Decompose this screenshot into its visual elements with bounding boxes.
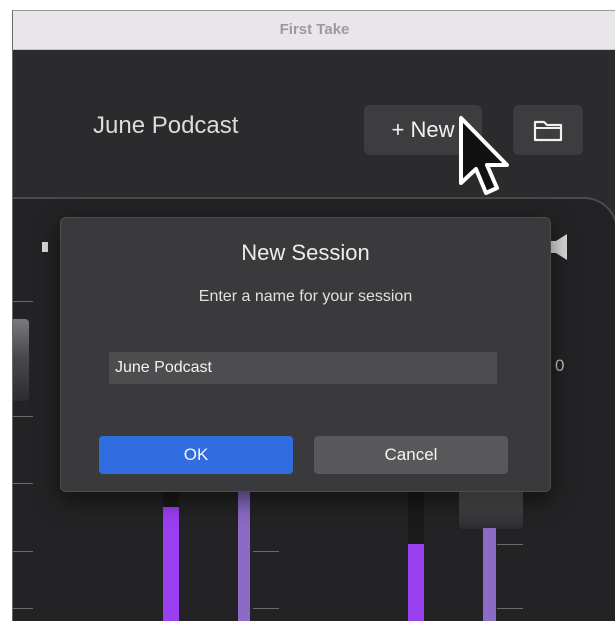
scale-tick: [253, 551, 279, 552]
level-meter-fill: [408, 544, 424, 621]
dialog-title: New Session: [241, 240, 370, 265]
folder-icon: [533, 120, 563, 142]
scale-tick: [497, 608, 523, 609]
level-meter-fill: [163, 507, 179, 621]
window-title: First Take: [13, 11, 615, 50]
scale-tick: [497, 544, 523, 545]
scale-tick: [13, 551, 33, 552]
mouse-cursor-icon: [459, 116, 509, 195]
ok-button-label: OK: [183, 445, 209, 464]
cancel-button[interactable]: Cancel: [314, 436, 508, 474]
session-name-label: June Podcast: [93, 112, 239, 139]
fader-knob-left[interactable]: [13, 319, 29, 401]
new-session-dialog: New Session Enter a name for your sessio…: [60, 217, 551, 492]
cancel-button-label: Cancel: [384, 445, 438, 464]
session-name-field[interactable]: [109, 352, 497, 384]
app-window: First Take June Podcast + New 0 New Sess…: [12, 10, 615, 621]
scale-tick: [13, 416, 33, 417]
scale-tick: [13, 301, 33, 302]
fader-track[interactable]: [483, 528, 496, 621]
ok-button[interactable]: OK: [99, 436, 293, 474]
scale-tick: [13, 483, 33, 484]
scale-tick: [253, 608, 279, 609]
new-button-label: + New: [391, 117, 455, 142]
dialog-message: Enter a name for your session: [198, 288, 413, 305]
scale-tick: [13, 608, 33, 609]
db-scale-label: 0: [555, 356, 565, 375]
speaker-left-icon: [42, 242, 48, 252]
